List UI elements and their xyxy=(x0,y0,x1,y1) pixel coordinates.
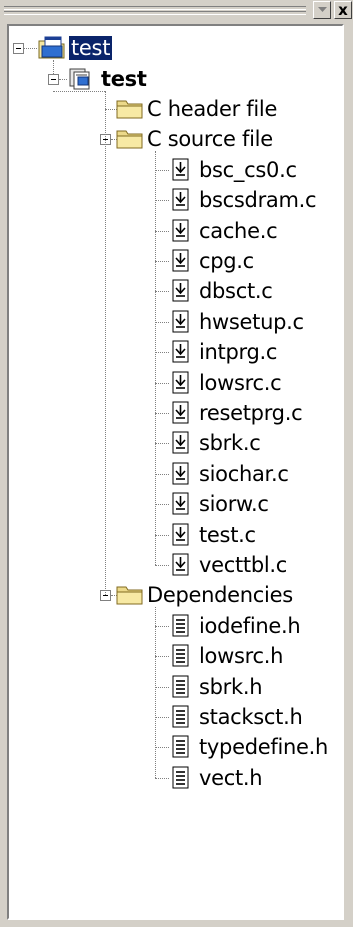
tree-connector-line xyxy=(155,291,169,293)
tree-connector-line xyxy=(105,90,106,596)
file-node-label[interactable]: vecttbl.c xyxy=(199,553,287,577)
tree-connector-line xyxy=(155,504,169,506)
tree-connector-line xyxy=(155,747,169,749)
c-source-file-icon xyxy=(168,278,198,304)
file-node-label[interactable]: hwsetup.c xyxy=(199,310,304,334)
tree-connector-line xyxy=(155,686,169,688)
collapse-toggle[interactable] xyxy=(13,43,24,55)
header-file-icon xyxy=(168,734,198,760)
file-node-label[interactable]: cpg.c xyxy=(199,249,254,273)
file-node-label[interactable]: cache.c xyxy=(199,219,278,243)
folder-node-label[interactable]: C source file xyxy=(147,127,273,151)
tree-connector-line xyxy=(24,48,37,50)
file-node-label[interactable]: test.c xyxy=(199,523,256,547)
file-node-label[interactable]: intprg.c xyxy=(199,340,277,364)
c-source-file-icon xyxy=(168,461,198,487)
c-source-file-icon xyxy=(168,187,198,213)
window-menu-button[interactable] xyxy=(313,1,331,19)
tree-connector-line xyxy=(155,625,169,627)
c-source-file-icon xyxy=(168,248,198,274)
c-source-file-icon xyxy=(168,400,198,426)
workspace-window: x test test C header file C source file bsc_… xyxy=(0,0,353,927)
close-icon: x xyxy=(338,0,348,19)
folder-icon xyxy=(115,96,145,122)
file-node-label[interactable]: lowsrc.h xyxy=(199,644,283,668)
tree-connector-line xyxy=(155,169,169,171)
file-node-label[interactable]: sbrk.c xyxy=(199,431,261,455)
chevron-down-icon xyxy=(317,7,327,12)
c-source-file-icon xyxy=(168,218,198,244)
header-file-icon xyxy=(168,765,198,791)
tree-connector-line xyxy=(155,473,169,475)
tree-connector-line xyxy=(155,230,169,232)
tree-connector-line xyxy=(155,607,156,778)
file-node-label[interactable]: sbrk.h xyxy=(199,675,263,699)
tree-connector-line xyxy=(155,443,169,445)
c-source-file-icon xyxy=(168,309,198,335)
workspace-icon xyxy=(37,35,67,61)
project-node-label[interactable]: test xyxy=(101,67,147,91)
file-node-label[interactable]: lowsrc.c xyxy=(199,371,282,395)
window-titlebar[interactable]: x xyxy=(0,0,353,22)
file-node-label[interactable]: vect.h xyxy=(199,766,263,790)
file-node-label[interactable]: siorw.c xyxy=(199,492,269,516)
file-node-label[interactable]: iodefine.h xyxy=(199,614,301,638)
project-icon xyxy=(67,66,97,92)
c-source-file-icon xyxy=(168,552,198,578)
folder-icon xyxy=(115,582,145,608)
project-tree[interactable]: test test C header file C source file bsc_cs… xyxy=(7,24,344,920)
tree-connector-line xyxy=(155,656,169,658)
tree-connector-line xyxy=(155,777,169,779)
header-file-icon xyxy=(168,643,198,669)
c-source-file-icon xyxy=(168,522,198,548)
header-file-icon xyxy=(168,613,198,639)
file-node-label[interactable]: resetprg.c xyxy=(199,401,303,425)
tree-connector-line xyxy=(155,382,169,384)
c-source-file-icon xyxy=(168,339,198,365)
tree-connector-line xyxy=(155,565,169,566)
workspace-node-label[interactable]: test xyxy=(69,36,113,61)
file-node-label[interactable]: dbsct.c xyxy=(199,279,273,303)
folder-icon xyxy=(115,126,145,152)
tree-connector-line xyxy=(53,90,105,92)
tree-connector-line xyxy=(155,151,156,565)
tree-content: test test C header file C source file bsc_cs… xyxy=(9,26,342,918)
tree-connector-line xyxy=(155,321,169,323)
c-source-file-icon xyxy=(168,370,198,396)
titlebar-grip[interactable] xyxy=(4,11,306,15)
tree-connector-line xyxy=(155,200,169,202)
folder-node-label[interactable]: C header file xyxy=(147,97,277,121)
c-source-file-icon xyxy=(168,491,198,517)
tree-connector-line xyxy=(155,261,169,262)
file-node-label[interactable]: siochar.c xyxy=(199,462,289,486)
c-source-file-icon xyxy=(168,430,198,456)
file-node-label[interactable]: bscsdram.c xyxy=(199,188,317,212)
collapse-toggle[interactable] xyxy=(48,73,59,85)
file-node-label[interactable]: stacksct.h xyxy=(199,705,303,729)
file-node-label[interactable]: bsc_cs0.c xyxy=(199,158,297,182)
file-node-label[interactable]: typedefine.h xyxy=(199,735,328,759)
tree-connector-line xyxy=(53,60,54,74)
close-button[interactable]: x xyxy=(334,1,352,19)
tree-connector-line xyxy=(59,78,67,80)
tree-connector-line xyxy=(155,717,169,718)
tree-connector-line xyxy=(155,413,169,414)
header-file-icon xyxy=(168,704,198,730)
c-source-file-icon xyxy=(168,157,198,183)
tree-connector-line xyxy=(155,352,169,354)
tree-connector-line xyxy=(155,534,169,536)
titlebar-grip[interactable] xyxy=(4,6,306,10)
header-file-icon xyxy=(168,674,198,700)
folder-node-label[interactable]: Dependencies xyxy=(147,583,293,607)
